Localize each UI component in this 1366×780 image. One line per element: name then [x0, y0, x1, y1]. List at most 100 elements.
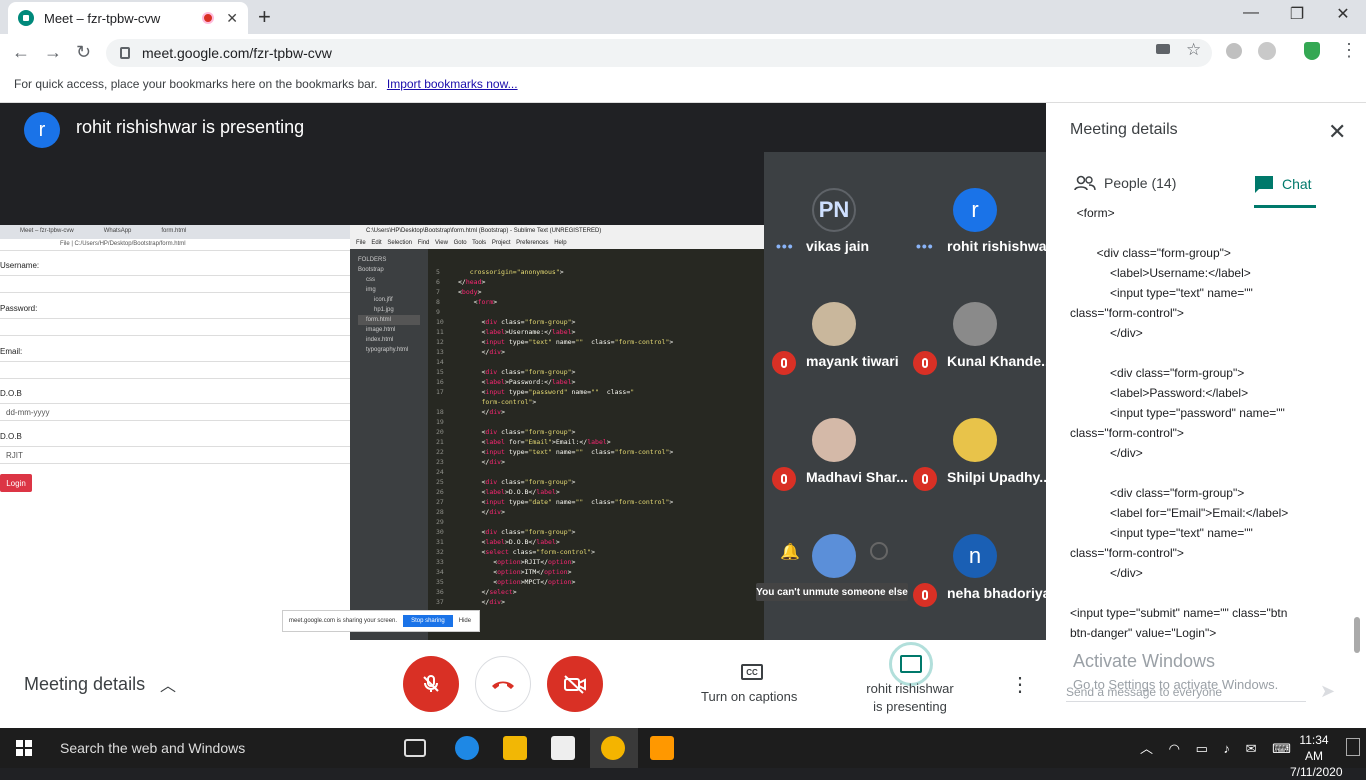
new-tab-button[interactable]: +: [258, 4, 271, 30]
tab-people[interactable]: People (14): [1074, 175, 1176, 191]
task-view-icon[interactable]: [404, 739, 426, 757]
sublime-text-icon[interactable]: [650, 736, 674, 760]
close-tab-icon[interactable]: ✕: [226, 10, 238, 27]
camera-off-icon: [564, 675, 586, 694]
back-icon[interactable]: ←: [12, 42, 30, 63]
people-icon: [1074, 175, 1096, 191]
more-options-icon[interactable]: ⋮: [1010, 672, 1030, 697]
star-icon[interactable]: ☆: [1186, 40, 1201, 60]
window-close-icon[interactable]: ✕: [1320, 4, 1366, 24]
extension-icon[interactable]: [1226, 43, 1242, 59]
participant-photo: [953, 302, 997, 346]
shared-screen: Meet – fzr-tpbw-cvw WhatsApp form.html F…: [0, 225, 764, 640]
sidebar-entry: icon.jfif: [374, 297, 393, 303]
chrome-icon[interactable]: [601, 736, 625, 760]
chevron-up-icon[interactable]: ︿: [160, 672, 176, 696]
form-input: [0, 318, 350, 336]
remove-icon[interactable]: [870, 542, 888, 560]
presenter-label: rohit rishishwar is presenting: [76, 117, 305, 137]
participant-avatar: n: [953, 534, 997, 578]
participant-photo: [812, 534, 856, 578]
sidebar-entry: image.html: [366, 327, 396, 333]
sharing-notice-text: meet.google.com is sharing your screen.: [289, 618, 398, 624]
sidebar-entry: Bootstrap: [358, 267, 384, 273]
shared-login-button: Login: [0, 474, 32, 492]
field-label: Password:: [0, 304, 38, 313]
mic-off-icon: [772, 467, 796, 491]
bookmarks-hint: For quick access, place your bookmarks h…: [14, 77, 378, 91]
sidebar-entry: hp1.jpg: [374, 307, 394, 313]
clock-time: 11:34 AM: [1299, 733, 1329, 763]
shared-editor-window: C:\Users\HP\Desktop\Bootstrap\form.html …: [350, 225, 764, 640]
captions-button[interactable]: Turn on captions: [701, 689, 797, 704]
send-icon[interactable]: ➤: [1320, 681, 1335, 702]
call-controls-bar: Meeting details ︿ CC Turn on captions ro…: [0, 640, 1046, 728]
captions-icon[interactable]: CC: [741, 664, 763, 680]
mic-off-icon: [423, 675, 439, 692]
field-label: D.O.B: [0, 432, 22, 441]
forward-icon[interactable]: →: [44, 42, 62, 63]
notifications-icon[interactable]: [1346, 738, 1360, 756]
tab-chat[interactable]: Chat: [1254, 175, 1312, 193]
chat-scrollbar[interactable]: [1354, 617, 1360, 653]
reload-icon[interactable]: ↻: [76, 42, 91, 63]
form-input: [0, 361, 350, 379]
taskbar-search[interactable]: Search the web and Windows: [60, 740, 245, 756]
presenter-avatar: r: [24, 112, 60, 148]
tab-title: Meet – fzr-tpbw-cvw: [44, 10, 161, 26]
import-bookmarks-link[interactable]: Import bookmarks now...: [387, 77, 518, 91]
mic-off-icon: [913, 467, 937, 491]
windows-start-icon[interactable]: [16, 740, 32, 756]
meeting-details-toggle[interactable]: Meeting details: [24, 674, 145, 695]
tab-people-label: People (14): [1104, 175, 1177, 191]
store-icon[interactable]: [551, 736, 575, 760]
editor-title: C:\Users\HP\Desktop\Bootstrap\form.html …: [350, 225, 764, 239]
camera-toggle-button[interactable]: [547, 656, 603, 712]
omnibox[interactable]: meet.google.com/fzr-tpbw-cvw: [106, 39, 1212, 67]
participant-avatar: r: [953, 188, 997, 232]
minimize-icon[interactable]: —: [1228, 4, 1274, 22]
shared-browser-tabs: Meet – fzr-tpbw-cvw WhatsApp form.html: [0, 225, 350, 239]
maximize-icon[interactable]: ❐: [1274, 4, 1320, 24]
file-explorer-icon[interactable]: [503, 736, 527, 760]
speaking-dots-icon: •••: [916, 238, 934, 254]
shared-tab-whatsapp: WhatsApp: [103, 228, 132, 234]
address-bar-row: ← → ↻ meet.google.com/fzr-tpbw-cvw ☆ ⋮: [0, 34, 1366, 70]
shared-tab-form: form.html: [161, 228, 187, 234]
sidebar-entry: FOLDERS: [358, 257, 387, 263]
field-label: Email:: [0, 347, 23, 356]
speaking-dots-icon: •••: [776, 238, 794, 254]
chat-input[interactable]: Send a message to everyone: [1066, 685, 1306, 702]
pin-icon[interactable]: 🔔: [780, 542, 800, 562]
participant-photo: [812, 302, 856, 346]
mic-toggle-button[interactable]: [403, 656, 459, 712]
profile-avatar-icon[interactable]: [1258, 42, 1276, 60]
participant-name: neha bhadoriya: [947, 585, 1051, 601]
lock-icon: [120, 47, 130, 59]
shield-icon[interactable]: [1304, 42, 1320, 60]
participant-name: Kunal Khande...: [947, 353, 1053, 369]
sidebar-entry: img: [366, 287, 376, 293]
browser-tab[interactable]: Meet – fzr-tpbw-cvw ✕: [8, 2, 248, 34]
participant-name: mayank tiwari: [806, 353, 899, 369]
participant-photo: [812, 418, 856, 462]
close-panel-icon[interactable]: ✕: [1328, 119, 1346, 145]
sidebar-entry: form.html: [358, 315, 420, 325]
sidebar-entry: typography.html: [366, 347, 409, 353]
edge-icon[interactable]: [455, 736, 479, 760]
participant-photo: [953, 418, 997, 462]
hide-button: Hide: [458, 618, 472, 624]
presenting-status[interactable]: rohit rishishwar is presenting: [850, 680, 970, 716]
menu-kebab-icon[interactable]: ⋮: [1340, 40, 1358, 61]
meeting-stage: r rohit rishishwar is presenting Meet – …: [0, 103, 1053, 640]
leave-call-button[interactable]: [475, 656, 531, 712]
field-label: D.O.B: [0, 389, 22, 398]
tab-chat-label: Chat: [1282, 176, 1312, 192]
sharing-notice-bar: meet.google.com is sharing your screen. …: [282, 610, 480, 632]
field-label: Username:: [0, 261, 40, 270]
activate-windows-title: Activate Windows: [1073, 651, 1216, 671]
system-tray-icons[interactable]: ︿ ◠ ▭ ♪ ✉ ⌨: [1140, 738, 1297, 757]
camera-icon[interactable]: [1156, 44, 1170, 54]
taskbar-clock[interactable]: 11:34 AM 7/11/2020: [1290, 732, 1343, 780]
clock-date: 7/11/2020: [1290, 765, 1343, 779]
